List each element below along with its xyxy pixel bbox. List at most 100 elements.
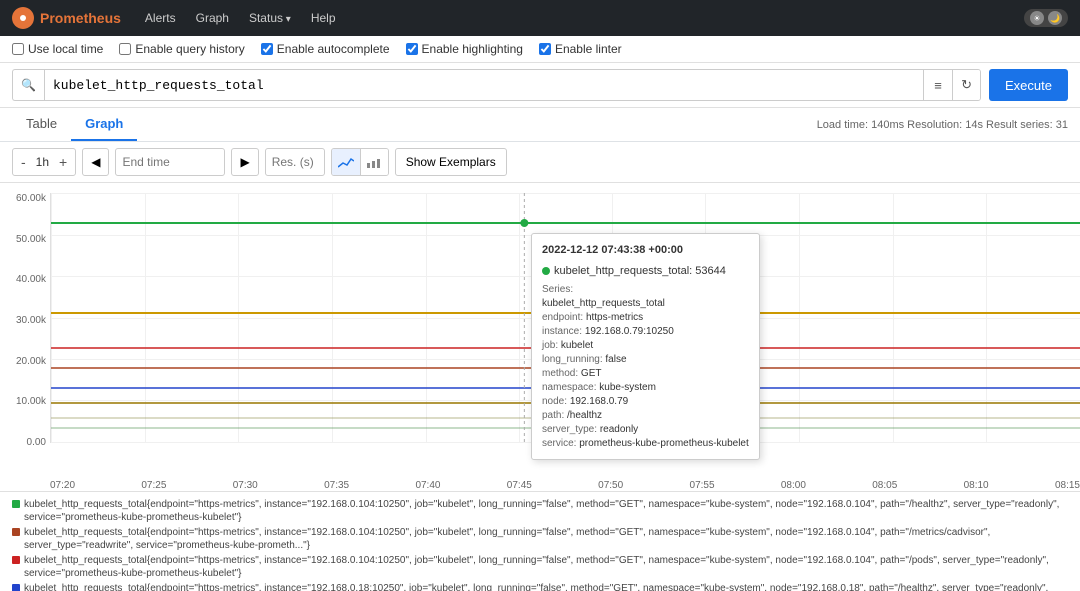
navbar-right: ☀ 🌙	[1024, 9, 1068, 27]
x-label-4: 07:40	[415, 480, 440, 491]
enable-linter-checkbox[interactable]	[539, 43, 551, 55]
brand: Prometheus	[12, 7, 121, 29]
refresh-icon: ↻	[961, 77, 972, 93]
prometheus-logo	[12, 7, 34, 29]
x-label-5: 07:45	[507, 480, 532, 491]
x-label-3: 07:35	[324, 480, 349, 491]
refresh-button[interactable]: ↻	[952, 69, 980, 101]
x-label-8: 08:00	[781, 480, 806, 491]
tooltip-namespace: namespace: kube-system	[542, 381, 749, 395]
options-bar: Use local time Enable query history Enab…	[0, 36, 1080, 63]
next-time-button[interactable]: ▶	[231, 148, 258, 176]
tooltip-service: service: prometheus-kube-prometheus-kube…	[542, 437, 749, 451]
tooltip-path: path: /healthz	[542, 409, 749, 423]
use-local-time-option[interactable]: Use local time	[12, 42, 103, 56]
enable-linter-option[interactable]: Enable linter	[539, 42, 622, 56]
enable-query-history-checkbox[interactable]	[119, 43, 131, 55]
legend-dot-1	[12, 528, 20, 536]
legend-text-2: kubelet_http_requests_total{endpoint="ht…	[24, 554, 1068, 580]
tooltip-series-full: kubelet_http_requests_total	[542, 297, 749, 311]
x-label-10: 08:10	[964, 480, 989, 491]
line-chart-button[interactable]	[332, 149, 360, 176]
legend-item-1: kubelet_http_requests_total{endpoint="ht…	[12, 526, 1068, 552]
x-label-2: 07:30	[233, 480, 258, 491]
x-label-6: 07:50	[598, 480, 623, 491]
y-label-20k: 20.00k	[16, 356, 46, 367]
search-icon-wrap: 🔍	[12, 69, 44, 101]
legend-item-3: kubelet_http_requests_total{endpoint="ht…	[12, 582, 1068, 591]
y-axis: 60.00k 50.00k 40.00k 30.00k 20.00k 10.00…	[0, 193, 50, 448]
legend-text-0: kubelet_http_requests_total{endpoint="ht…	[24, 498, 1068, 524]
x-axis: 07:20 07:25 07:30 07:35 07:40 07:45 07:5…	[0, 478, 1080, 491]
nav-alerts[interactable]: Alerts	[137, 5, 184, 31]
tooltip-dot	[520, 219, 528, 227]
enable-autocomplete-checkbox[interactable]	[261, 43, 273, 55]
y-label-30k: 30.00k	[16, 315, 46, 326]
tooltip-series-dot	[542, 267, 550, 275]
time-increase-button[interactable]: +	[55, 152, 71, 172]
use-local-time-checkbox[interactable]	[12, 43, 24, 55]
tooltip-timestamp: 2022-12-12 07:43:38 +00:00	[542, 242, 749, 259]
y-label-0: 0.00	[27, 437, 46, 448]
metrics-list-button[interactable]: ≡	[924, 69, 952, 101]
search-bar: 🔍 ≡ ↻ Execute	[0, 63, 1080, 108]
query-input[interactable]	[44, 69, 923, 101]
tooltip-series-name: kubelet_http_requests_total: 53644	[554, 263, 726, 280]
nav-help[interactable]: Help	[303, 5, 344, 31]
controls-bar: - 1h + ◀ ▶ Show Exemplars	[0, 142, 1080, 183]
x-label-11: 08:15	[1055, 480, 1080, 491]
tooltip-series-label: Series:	[542, 283, 749, 297]
enable-query-history-option[interactable]: Enable query history	[119, 42, 244, 56]
tab-table[interactable]: Table	[12, 108, 71, 141]
theme-toggle[interactable]: ☀ 🌙	[1024, 9, 1068, 27]
x-label-9: 08:05	[872, 480, 897, 491]
execute-button[interactable]: Execute	[989, 69, 1068, 101]
y-label-50k: 50.00k	[16, 234, 46, 245]
enable-autocomplete-option[interactable]: Enable autocomplete	[261, 42, 390, 56]
tooltip-job: job: kubelet	[542, 339, 749, 353]
enable-highlighting-option[interactable]: Enable highlighting	[406, 42, 523, 56]
time-range-control: - 1h +	[12, 148, 76, 176]
tooltip-series-row: kubelet_http_requests_total: 53644	[542, 263, 749, 280]
legend-dot-2	[12, 556, 20, 564]
time-decrease-button[interactable]: -	[17, 152, 30, 172]
tab-graph[interactable]: Graph	[71, 108, 137, 141]
graph-area: 60.00k 50.00k 40.00k 30.00k 20.00k 10.00…	[0, 183, 1080, 478]
chart-type-buttons	[331, 148, 389, 176]
tooltip-server-type: server_type: readonly	[542, 423, 749, 437]
nav-status[interactable]: Status	[241, 5, 299, 31]
legend-text-1: kubelet_http_requests_total{endpoint="ht…	[24, 526, 1068, 552]
enable-query-history-label: Enable query history	[135, 42, 244, 56]
resolution-input[interactable]	[265, 148, 325, 176]
tooltip-node: node: 192.168.0.79	[542, 395, 749, 409]
graph-canvas: 2022-12-12 07:43:38 +00:00 kubelet_http_…	[50, 193, 1080, 443]
legend-item-0: kubelet_http_requests_total{endpoint="ht…	[12, 498, 1068, 524]
legend: kubelet_http_requests_total{endpoint="ht…	[0, 491, 1080, 591]
nav-links: Alerts Graph Status Help	[137, 5, 344, 31]
legend-item-2: kubelet_http_requests_total{endpoint="ht…	[12, 554, 1068, 580]
legend-dot-0	[12, 500, 20, 508]
y-label-10k: 10.00k	[16, 396, 46, 407]
search-icon: 🔍	[21, 78, 36, 92]
tooltip-meta: Series: kubelet_http_requests_total endp…	[542, 283, 749, 451]
search-actions: ≡ ↻	[923, 69, 981, 101]
legend-text-3: kubelet_http_requests_total{endpoint="ht…	[24, 582, 1068, 591]
enable-highlighting-label: Enable highlighting	[422, 42, 523, 56]
enable-linter-label: Enable linter	[555, 42, 622, 56]
legend-dot-3	[12, 584, 20, 591]
navbar: Prometheus Alerts Graph Status Help ☀ 🌙	[0, 0, 1080, 36]
end-time-input[interactable]	[115, 148, 225, 176]
show-exemplars-button[interactable]: Show Exemplars	[395, 148, 507, 176]
list-icon: ≡	[934, 78, 942, 93]
enable-autocomplete-label: Enable autocomplete	[277, 42, 390, 56]
tooltip-long-running: long_running: false	[542, 353, 749, 367]
time-range-value: 1h	[32, 155, 53, 169]
dark-theme-icon: 🌙	[1048, 11, 1062, 25]
x-label-1: 07:25	[141, 480, 166, 491]
prev-time-button[interactable]: ◀	[82, 148, 109, 176]
enable-highlighting-checkbox[interactable]	[406, 43, 418, 55]
nav-graph[interactable]: Graph	[188, 5, 237, 31]
stacked-chart-button[interactable]	[360, 149, 388, 176]
y-label-40k: 40.00k	[16, 274, 46, 285]
tooltip-endpoint: endpoint: https-metrics	[542, 311, 749, 325]
